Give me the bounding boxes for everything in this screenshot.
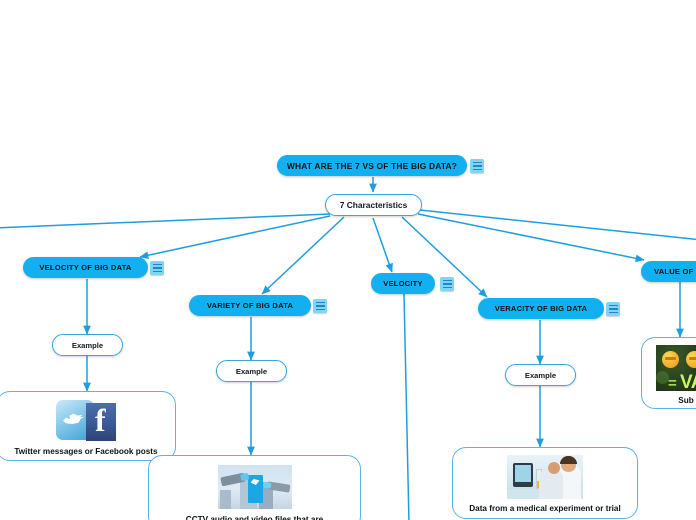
branch-note-icon-variety-of-big-data[interactable] xyxy=(313,299,327,313)
branch-label: VERACITY OF BIG DATA xyxy=(494,304,588,313)
root-node[interactable]: WHAT ARE THE 7 VS OF THE BIG DATA? xyxy=(277,155,467,176)
example-node-veracity[interactable]: Example xyxy=(505,364,576,386)
example-node-velocity[interactable]: Example xyxy=(52,334,123,356)
center-node[interactable]: 7 Characteristics xyxy=(325,194,422,216)
cctv-cameras-city-image xyxy=(217,465,292,509)
root-node-label: WHAT ARE THE 7 VS OF THE BIG DATA? xyxy=(286,160,458,171)
card-cctv[interactable]: CCTV audio and video files that are xyxy=(148,455,361,520)
card-cctv-caption: CCTV audio and video files that are xyxy=(185,515,324,520)
branch-node-variety-of-big-data[interactable]: VARIETY OF BIG DATA xyxy=(189,295,311,316)
example-label: Example xyxy=(235,366,268,376)
card-medical[interactable]: Data from a medical experiment or trial xyxy=(452,447,638,519)
branch-node-velocity-of-big-data[interactable]: VELOCITY OF BIG DATA xyxy=(23,257,148,278)
branch-node-value-of-big-data[interactable]: VALUE OF xyxy=(641,261,696,282)
branch-label: VARIETY OF BIG DATA xyxy=(206,301,294,310)
center-node-label: 7 Characteristics xyxy=(339,200,408,210)
root-note-icon[interactable] xyxy=(470,159,484,173)
branch-note-icon-veracity-of-big-data[interactable] xyxy=(606,302,620,316)
card-value-caption: Sub xyxy=(678,396,694,405)
branch-label: VELOCITY xyxy=(383,279,423,288)
twitter-facebook-logos-image xyxy=(56,399,116,441)
branch-node-velocity[interactable]: VELOCITY xyxy=(371,273,435,294)
mindmap-canvas[interactable]: WHAT ARE THE 7 VS OF THE BIG DATA? 7 Cha… xyxy=(0,0,696,520)
card-medical-caption: Data from a medical experiment or trial xyxy=(469,504,621,513)
example-label: Example xyxy=(71,340,104,350)
branch-node-veracity-of-big-data[interactable]: VERACITY OF BIG DATA xyxy=(478,298,604,319)
branch-label: VALUE OF xyxy=(654,267,694,276)
branch-note-icon-velocity-of-big-data[interactable] xyxy=(150,261,164,275)
card-social-caption: Twitter messages or Facebook posts xyxy=(14,447,158,456)
example-label: Example xyxy=(524,370,557,380)
card-social[interactable]: Twitter messages or Facebook posts xyxy=(0,391,176,461)
value-green-graphic-image: =VA xyxy=(656,345,696,391)
branch-note-icon-velocity[interactable] xyxy=(440,277,454,291)
medical-laboratory-researchers-image xyxy=(507,455,583,499)
example-node-variety[interactable]: Example xyxy=(216,360,287,382)
card-value[interactable]: =VA Sub xyxy=(641,337,696,409)
branch-label: VELOCITY OF BIG DATA xyxy=(39,263,132,272)
